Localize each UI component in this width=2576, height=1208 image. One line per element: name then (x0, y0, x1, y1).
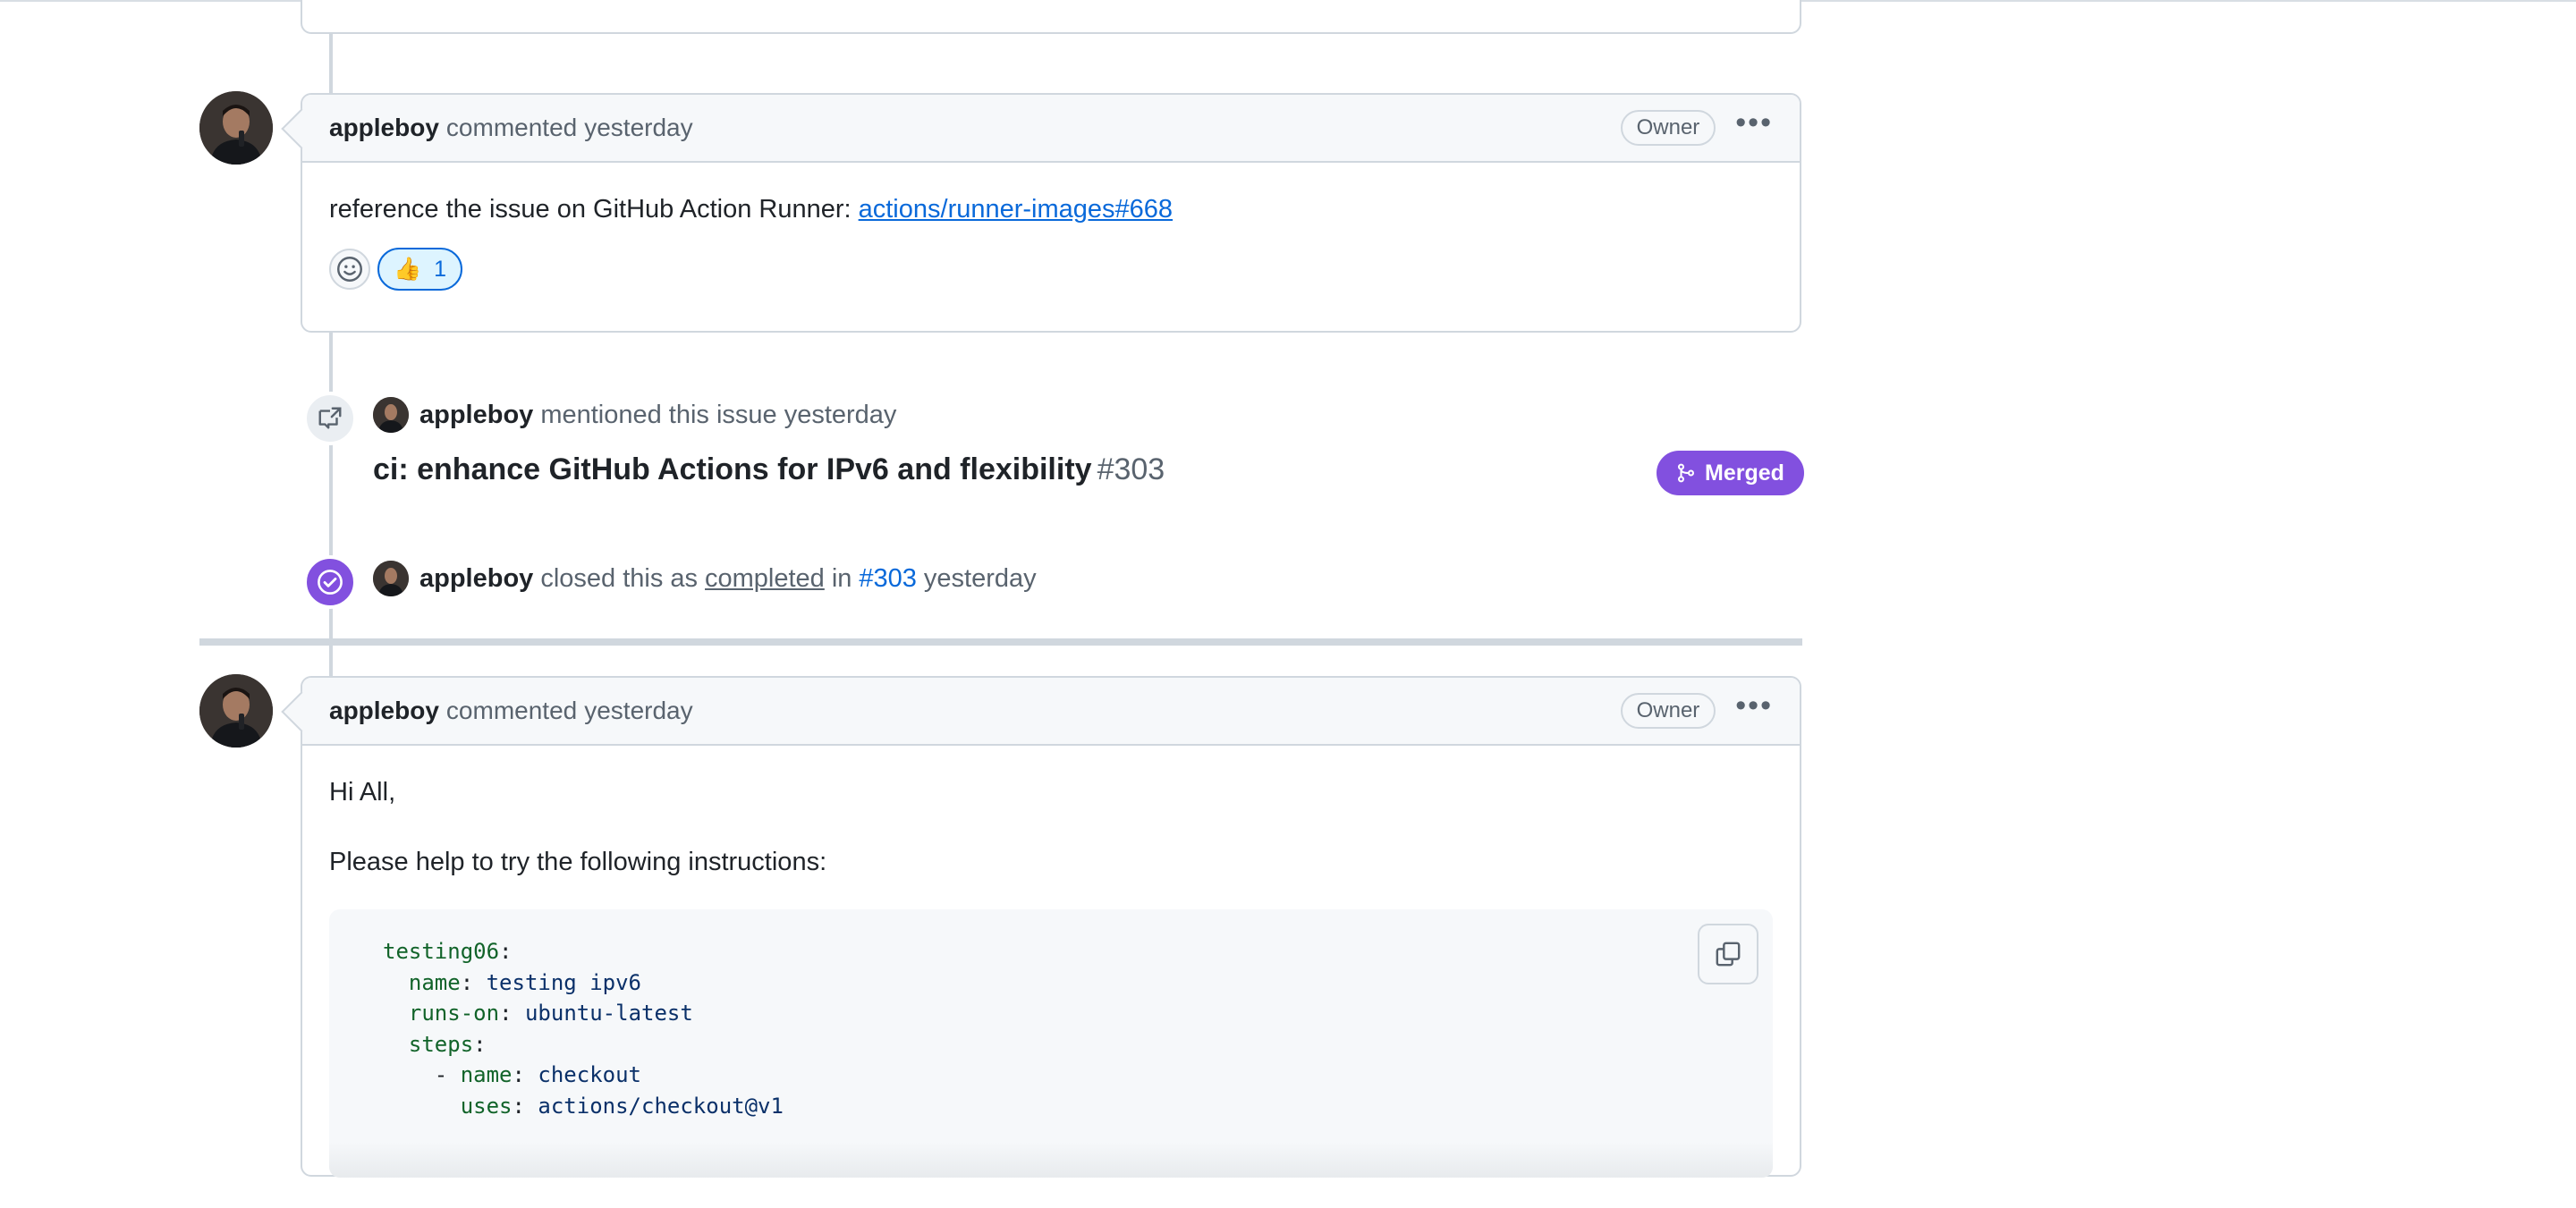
close-text: closed this as (540, 563, 699, 593)
comment-pointer (281, 108, 322, 149)
check-circle-icon (318, 570, 343, 595)
comment-author[interactable]: appleboy (329, 697, 439, 725)
mention-event: appleboy mentioned this issue yesterday (373, 397, 896, 433)
closed-badge (303, 555, 357, 609)
issue-reference-link[interactable]: actions/runner-images#668 (859, 195, 1173, 224)
comment-pointer (281, 691, 322, 732)
comment-body: reference the issue on GitHub Action Run… (302, 163, 1800, 321)
code-fade (329, 1142, 1773, 1178)
comment-greeting: Hi All, (329, 778, 396, 807)
comment-intro: Please help to try the following instruc… (329, 848, 827, 876)
mention-time[interactable]: yesterday (784, 401, 897, 430)
comment-time[interactable]: yesterday (584, 114, 692, 142)
kebab-horizontal-icon[interactable]: ••• (1735, 690, 1773, 731)
comment-box: appleboy commented yesterday Owner ••• r… (281, 93, 1801, 333)
code-line: uses: actions/checkout@v1 (460, 1093, 784, 1119)
code-line: - name: checkout (434, 1062, 641, 1088)
previous-comment-box (301, 0, 1801, 34)
avatar-small[interactable] (373, 561, 409, 596)
comment-action: commented (445, 697, 578, 724)
code-block: testing06: name: testing ipv6 runs-on: u… (329, 909, 1773, 1178)
comment-author[interactable]: appleboy (329, 114, 439, 142)
kebab-horizontal-icon[interactable]: ••• (1735, 107, 1773, 148)
close-author[interactable]: appleboy (419, 564, 533, 594)
avatar[interactable] (199, 91, 273, 165)
owner-badge: Owner (1620, 693, 1716, 729)
timeline-line (329, 34, 333, 95)
avatar[interactable] (199, 674, 273, 748)
thumbs-up-icon: 👍 (394, 256, 422, 282)
add-reaction-button[interactable] (329, 249, 370, 290)
comment-text: reference the issue on GitHub Action Run… (329, 195, 1773, 224)
copy-icon (1716, 942, 1741, 967)
code-line: runs-on: ubuntu-latest (408, 1001, 693, 1026)
code-line: testing06: (383, 939, 513, 964)
merged-status-badge: Merged (1657, 451, 1804, 495)
close-reason-link[interactable]: completed (705, 564, 825, 594)
merged-label: Merged (1705, 460, 1784, 486)
cross-reference-icon (318, 407, 342, 429)
reaction-count: 1 (434, 256, 447, 282)
comment-body-text: reference the issue on GitHub Action Run… (329, 195, 859, 224)
comment-time[interactable]: yesterday (584, 697, 692, 725)
close-in-text: in (831, 563, 852, 593)
code-line: name: testing ipv6 (408, 969, 641, 995)
reactions-bar: 👍 1 (329, 248, 1773, 291)
avatar-small[interactable] (373, 397, 409, 433)
code-line: steps: (408, 1031, 487, 1057)
timeline-separator (199, 638, 1802, 646)
timeline-line (329, 331, 333, 680)
close-time[interactable]: yesterday (924, 564, 1037, 594)
close-pr-link[interactable]: #303 (859, 564, 917, 594)
pr-number: #303 (1097, 452, 1165, 486)
mention-text: mentioned this issue (540, 400, 777, 429)
owner-badge: Owner (1620, 110, 1716, 146)
git-merge-icon (1677, 463, 1695, 483)
mention-author[interactable]: appleboy (419, 401, 533, 430)
comment-action: commented (445, 114, 578, 141)
comment-header: appleboy commented yesterday Owner ••• (281, 95, 1800, 163)
comment-body: Hi All, Please help to try the following… (302, 746, 1800, 1208)
cross-reference-badge (303, 392, 357, 445)
smiley-icon (337, 257, 362, 282)
close-event: appleboy closed this as completed in #30… (373, 561, 1037, 596)
copy-button[interactable] (1698, 924, 1758, 984)
pull-request-title[interactable]: ci: enhance GitHub Actions for IPv6 and … (373, 452, 1165, 487)
pr-title-text[interactable]: ci: enhance GitHub Actions for IPv6 and … (373, 452, 1092, 486)
thumbs-up-reaction[interactable]: 👍 1 (377, 248, 463, 291)
comment-header: appleboy commented yesterday Owner ••• (281, 678, 1800, 746)
comment-box: appleboy commented yesterday Owner ••• H… (281, 676, 1801, 1178)
